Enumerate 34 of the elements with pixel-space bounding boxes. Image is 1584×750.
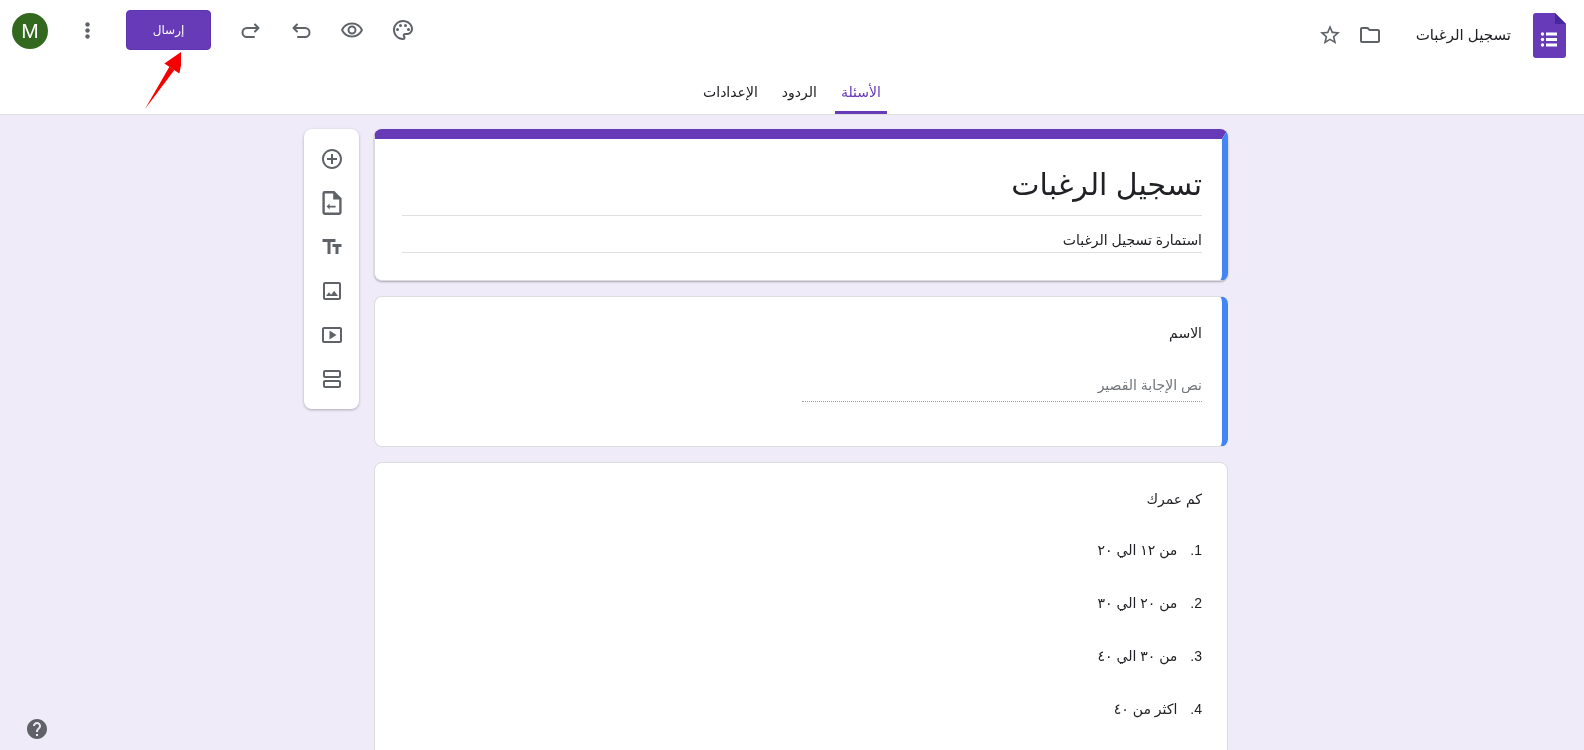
short-answer-field[interactable]: نص الإجابة القصير xyxy=(802,375,1202,402)
more-icon xyxy=(84,21,90,39)
user-avatar[interactable]: M xyxy=(12,13,48,49)
question-title[interactable]: كم عمرك xyxy=(1146,491,1202,507)
star-button[interactable] xyxy=(1317,23,1342,47)
tab[interactable]: الأسئلة xyxy=(834,70,887,114)
palette-icon xyxy=(391,18,415,42)
option-text[interactable]: اكثر من ٤٠ xyxy=(1113,699,1178,719)
star-icon xyxy=(1317,23,1342,47)
form-title[interactable]: تسجيل الرغبات xyxy=(1011,168,1202,201)
annotation-arrow xyxy=(144,49,181,110)
add-question-button[interactable] xyxy=(319,147,344,171)
option-text[interactable]: من ١٢ الي ٢٠ xyxy=(1097,540,1178,560)
form-header-card[interactable]: تسجيل الرغبات استمارة تسجيل الرغبات xyxy=(374,129,1228,281)
tab[interactable]: الردود xyxy=(775,70,823,114)
tab[interactable]: الإعدادات xyxy=(697,70,764,114)
list-number: 4. xyxy=(1190,700,1202,719)
undo-icon xyxy=(291,22,311,38)
redo-icon xyxy=(240,22,260,38)
list-number: 2. xyxy=(1190,594,1202,613)
list-number: 3. xyxy=(1190,647,1202,666)
list-document-icon[interactable] xyxy=(1533,12,1566,58)
customize-theme-button[interactable] xyxy=(391,18,415,42)
import-questions-button[interactable] xyxy=(319,191,344,215)
document-title[interactable]: تسجيل الرغبات xyxy=(1415,26,1511,44)
question-card[interactable]: الاسم نص الإجابة القصير xyxy=(374,296,1228,447)
list-number: 1. xyxy=(1190,541,1202,560)
import-document-icon xyxy=(319,191,344,215)
option-text[interactable]: من ٢٠ الي ٣٠ xyxy=(1097,593,1178,613)
form-description[interactable]: استمارة تسجيل الرغبات xyxy=(1062,232,1202,248)
help-icon[interactable] xyxy=(25,717,49,741)
send-button[interactable]: إرسال xyxy=(126,10,211,50)
option-text[interactable]: من ٣٠ الي ٤٠ xyxy=(1097,646,1178,666)
question-title[interactable]: الاسم xyxy=(1169,325,1202,341)
